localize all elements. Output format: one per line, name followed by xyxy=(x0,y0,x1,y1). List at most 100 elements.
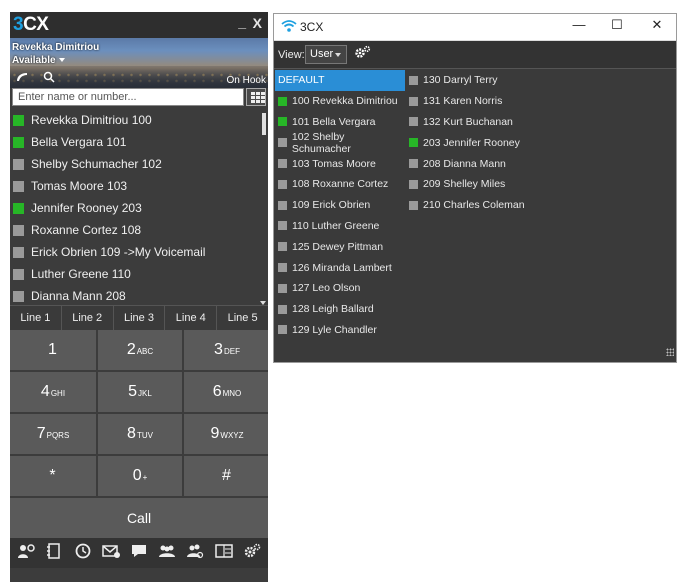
contact-item[interactable]: Tomas Moore 103 xyxy=(10,175,268,197)
contact-list: Revekka Dimitriou 100 Bella Vergara 101 … xyxy=(10,107,268,305)
contact-item[interactable]: Erick Obrien 109 ->My Voicemail xyxy=(10,241,268,263)
minimize-button[interactable]: — xyxy=(564,17,594,37)
key-9[interactable]: 9 WXYZ xyxy=(184,414,268,454)
status-indicator xyxy=(278,200,287,210)
presence-item[interactable]: 110 Luther Greene xyxy=(275,216,405,237)
status-dropdown[interactable]: Available xyxy=(12,55,65,66)
key-2[interactable]: 2 ABC xyxy=(98,330,182,370)
status-indicator xyxy=(13,114,24,126)
presence-item[interactable]: 208 Dianna Mann xyxy=(406,153,566,174)
presence-item[interactable]: 127 Leo Olson xyxy=(275,278,405,299)
phone-icon[interactable] xyxy=(15,72,29,87)
status-indicator xyxy=(409,159,418,169)
dialpad-toggle-icon[interactable] xyxy=(246,88,266,106)
presence-item[interactable]: 209 Shelley Miles xyxy=(406,174,566,195)
presence-item[interactable]: 126 Miranda Lambert xyxy=(275,257,405,278)
chat-icon[interactable] xyxy=(128,543,150,563)
phone-titlebar: 3CX _ X xyxy=(10,12,268,38)
maximize-button[interactable]: ☐ xyxy=(602,17,632,37)
scroll-down-icon[interactable] xyxy=(260,301,266,305)
presence-item[interactable]: 103 Tomas Moore xyxy=(275,153,405,174)
presence-label: 127 Leo Olson xyxy=(292,282,361,295)
presence-label: 208 Dianna Mann xyxy=(423,157,506,170)
presence-item[interactable]: 128 Leigh Ballard xyxy=(275,299,405,320)
settings-icon[interactable] xyxy=(241,543,263,563)
group-header-default[interactable]: DEFAULT xyxy=(275,70,405,91)
gear-icon[interactable] xyxy=(354,45,372,62)
line-tabs: Line 1 Line 2 Line 3 Line 4 Line 5 xyxy=(10,305,268,330)
presence-item[interactable]: 203 Jennifer Rooney xyxy=(406,132,566,153)
line-5-button[interactable]: Line 5 xyxy=(217,306,268,330)
view-select[interactable]: User xyxy=(305,45,347,64)
presence-column-1: DEFAULT 100 Revekka Dimitriou 101 Bella … xyxy=(275,70,405,340)
search-icon[interactable] xyxy=(43,71,55,86)
contact-item[interactable]: Shelby Schumacher 102 xyxy=(10,153,268,175)
search-input[interactable] xyxy=(12,88,244,106)
status-indicator xyxy=(278,283,287,293)
presence-item[interactable]: 101 Bella Vergara xyxy=(275,112,405,133)
voicemail-icon[interactable] xyxy=(100,544,122,562)
contact-item[interactable]: Luther Greene 110 xyxy=(10,263,268,285)
presence-label: 101 Bella Vergara xyxy=(292,115,376,128)
key-1[interactable]: 1 xyxy=(10,330,96,370)
presence-item[interactable]: 125 Dewey Pittman xyxy=(275,236,405,257)
key-7[interactable]: 7 PQRS xyxy=(10,414,96,454)
status-indicator xyxy=(278,304,287,314)
presence-item[interactable]: 210 Charles Coleman xyxy=(406,195,566,216)
key-digit: 1 xyxy=(48,341,57,358)
chevron-down-icon xyxy=(335,53,341,57)
status-indicator xyxy=(409,138,418,148)
resize-grip[interactable] xyxy=(666,348,674,356)
call-history-icon[interactable] xyxy=(72,543,94,563)
user-banner: Revekka Dimitriou Available On Hook xyxy=(10,38,268,88)
key-digit: * xyxy=(49,467,56,484)
line-2-button[interactable]: Line 2 xyxy=(61,306,114,330)
close-button[interactable]: ✕ xyxy=(642,17,672,37)
phone-window: 3CX _ X Revekka Dimitriou Available On H… xyxy=(10,12,268,582)
status-indicator xyxy=(278,221,287,231)
user-name: Revekka Dimitriou xyxy=(12,42,100,53)
presence-item[interactable]: 109 Erick Obrien xyxy=(275,195,405,216)
presence-window-icon[interactable] xyxy=(213,543,235,563)
contact-item[interactable]: Revekka Dimitriou 100 xyxy=(10,109,268,131)
key-letters: PQRS xyxy=(46,431,70,440)
line-4-button[interactable]: Line 4 xyxy=(165,306,218,330)
app-logo: 3CX xyxy=(13,14,49,36)
line-3-button[interactable]: Line 3 xyxy=(113,306,166,330)
presence-item[interactable]: 108 Roxanne Cortez xyxy=(275,174,405,195)
close-button[interactable]: X xyxy=(253,15,262,31)
key-hash[interactable]: # xyxy=(184,456,268,496)
presence-item[interactable]: 130 Darryl Terry xyxy=(406,70,566,91)
key-letters: DEF xyxy=(223,347,240,356)
presence-label: 126 Miranda Lambert xyxy=(292,261,392,274)
key-0[interactable]: 0 + xyxy=(98,456,182,496)
presence-item[interactable]: 102 Shelby Schumacher xyxy=(275,131,405,155)
key-5[interactable]: 5 JKL xyxy=(98,372,182,412)
line-1-button[interactable]: Line 1 xyxy=(10,306,62,330)
contact-item[interactable]: Dianna Mann 208 xyxy=(10,285,268,307)
presence-item[interactable]: 100 Revekka Dimitriou xyxy=(275,91,405,112)
scrollbar-thumb[interactable] xyxy=(262,113,266,135)
add-contact-icon[interactable] xyxy=(15,543,37,563)
presence-item[interactable]: 129 Lyle Chandler xyxy=(275,320,405,341)
status-indicator xyxy=(278,242,287,252)
key-4[interactable]: 4 GHI xyxy=(10,372,96,412)
dial-keypad: 1 2 ABC 3 DEF 4 GHI 5 JKL 6 MNO 7 PQRS 8 TUV 9W… xyxy=(10,330,268,496)
minimize-button[interactable]: _ xyxy=(238,14,246,30)
key-8[interactable]: 8 TUV xyxy=(98,414,182,454)
conference-icon[interactable] xyxy=(184,543,206,563)
presence-item[interactable]: 131 Karen Norris xyxy=(406,91,566,112)
status-indicator xyxy=(409,75,418,85)
phonebook-icon[interactable] xyxy=(43,543,65,563)
contact-item[interactable]: Bella Vergara 101 xyxy=(10,131,268,153)
contact-item[interactable]: Roxanne Cortez 108 xyxy=(10,219,268,241)
key-star[interactable]: * xyxy=(10,456,96,496)
key-6[interactable]: 6 MNO xyxy=(184,372,268,412)
group-icon[interactable] xyxy=(156,544,178,562)
contact-item[interactable]: Jennifer Rooney 203 xyxy=(10,197,268,219)
call-button[interactable]: Call xyxy=(10,498,268,538)
presence-item[interactable]: 132 Kurt Buchanan xyxy=(406,112,566,133)
key-3[interactable]: 3 DEF xyxy=(184,330,268,370)
presence-label: 210 Charles Coleman xyxy=(423,199,525,212)
status-indicator xyxy=(278,159,287,169)
